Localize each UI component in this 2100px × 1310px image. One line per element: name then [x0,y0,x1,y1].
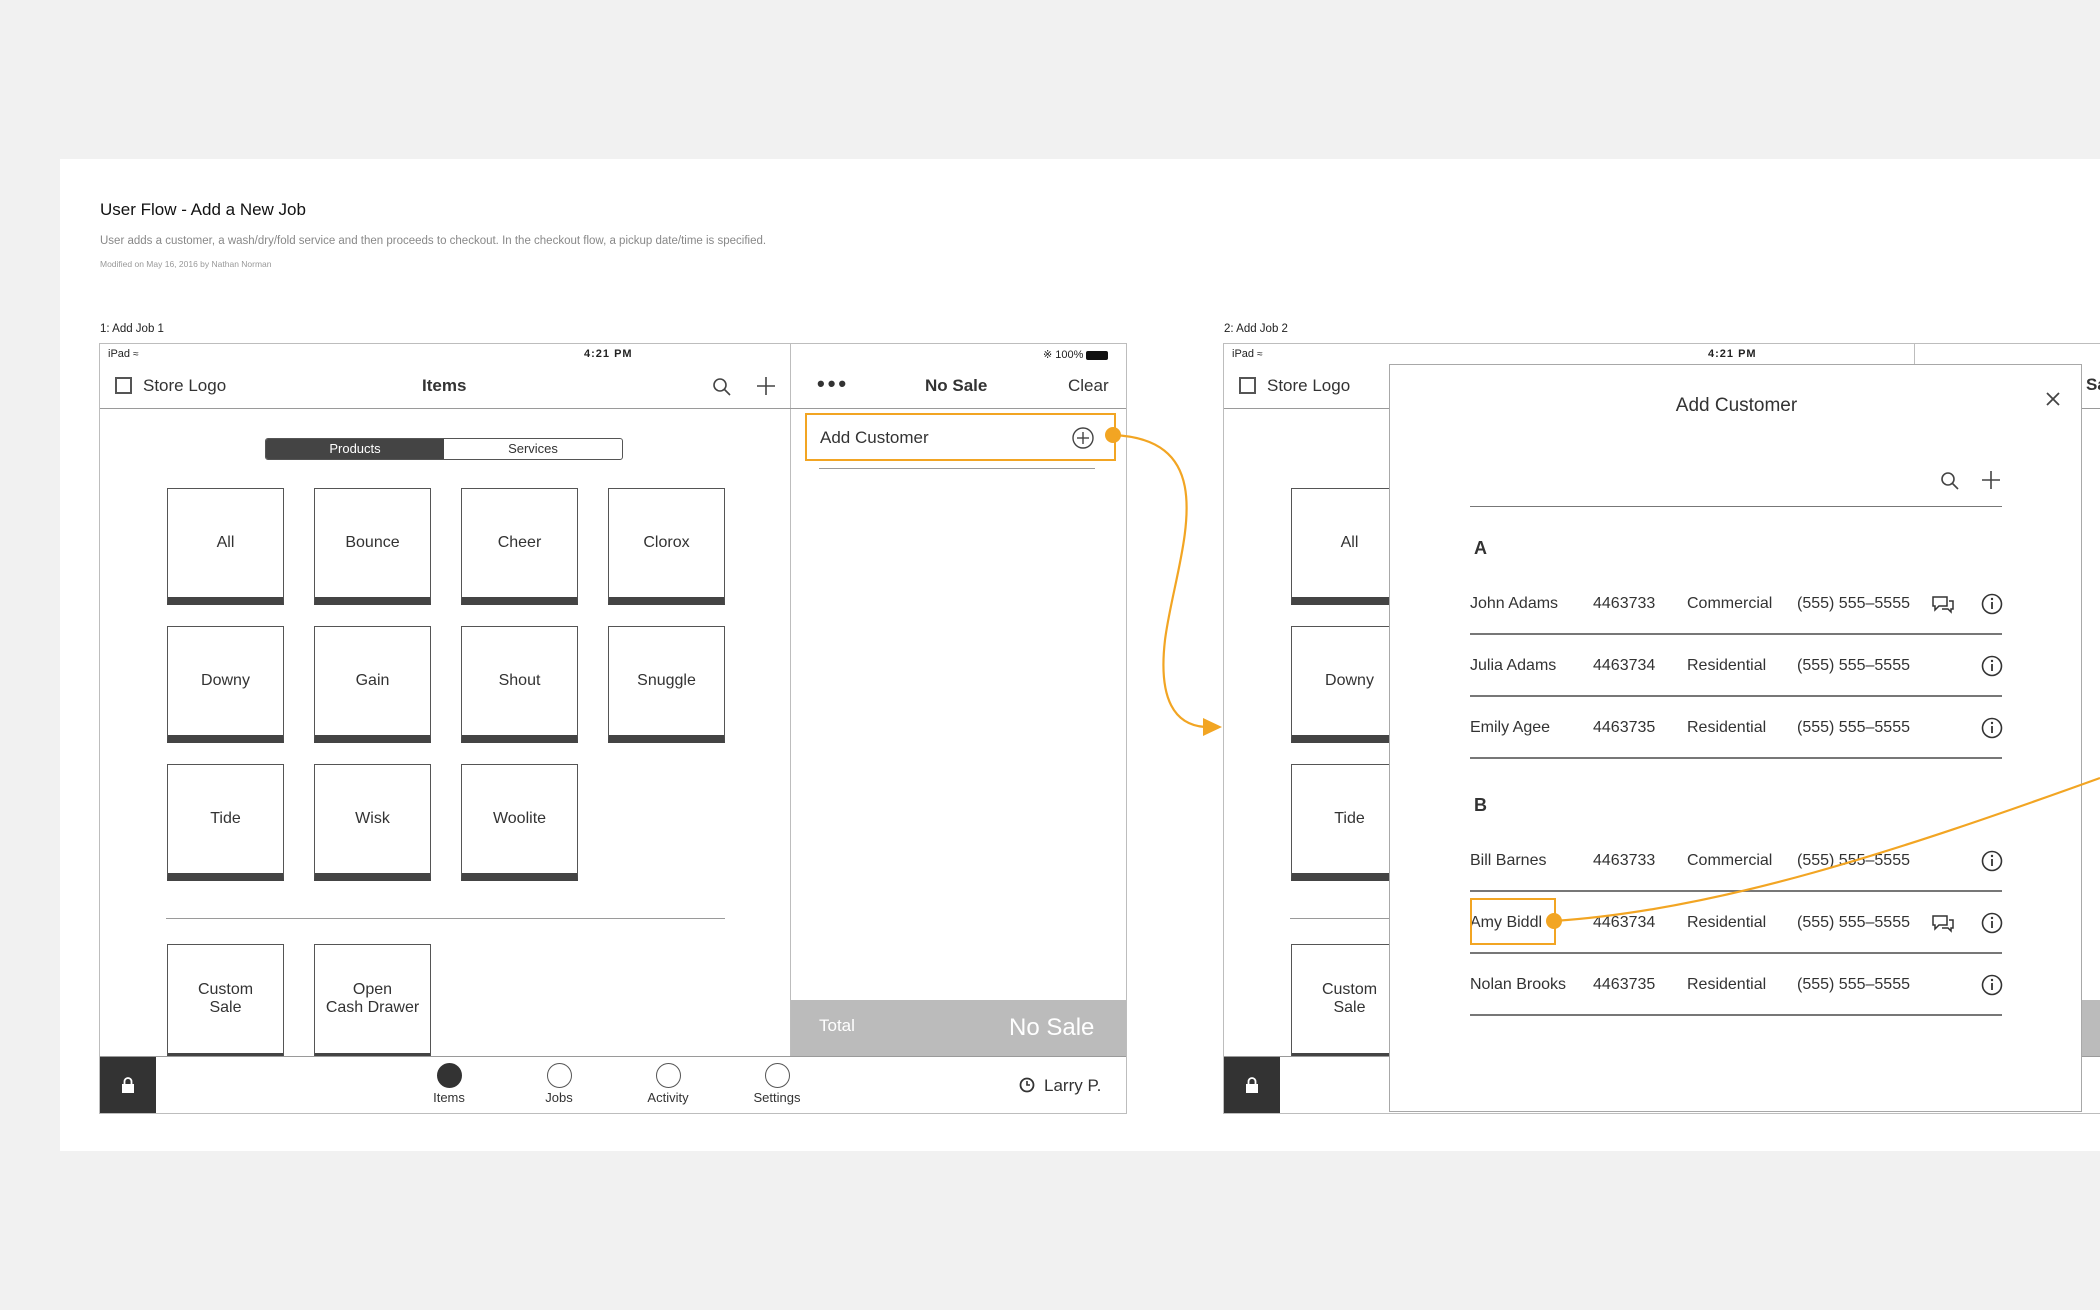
arrowhead [1203,718,1222,736]
flow-arrow-1 [1112,433,1206,729]
flow-arrow-2 [1553,776,2100,923]
flow-connectors [1105,427,2100,929]
cart-title-partial: Sal [2086,375,2100,394]
